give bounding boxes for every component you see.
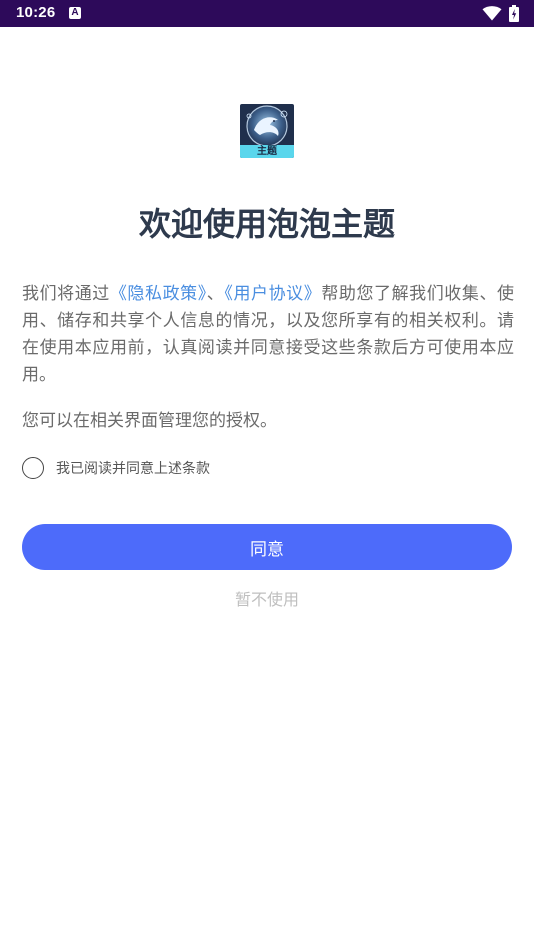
user-agreement-link[interactable]: 《用户协议》 [224, 284, 321, 304]
status-time: 10:26 [16, 4, 56, 21]
battery-icon [509, 5, 519, 22]
consent-checkbox[interactable] [22, 456, 44, 479]
app-screen: 10:26 A 主题 欢迎使用泡泡主题 我们将通过《隐私政策》、《用户协议》帮助… [0, 0, 534, 950]
notification-icon: A [69, 7, 81, 19]
decline-button[interactable]: 暂不使用 [0, 587, 534, 613]
manage-authorization-text: 您可以在相关界面管理您的授权。 [22, 411, 277, 431]
wifi-icon [482, 6, 502, 21]
policy-description: 我们将通过《隐私政策》、《用户协议》帮助您了解我们收集、使用、储存和共享个人信息… [22, 281, 514, 389]
consent-checkbox-label[interactable]: 我已阅读并同意上述条款 [56, 458, 210, 478]
logo-label: 主题 [257, 146, 277, 157]
privacy-policy-link[interactable]: 《隐私政策》 [110, 284, 207, 304]
page-title: 欢迎使用泡泡主题 [138, 205, 395, 243]
status-bar: 10:26 A [0, 0, 534, 27]
consent-checkbox-row[interactable]: 我已阅读并同意上述条款 [22, 455, 210, 480]
agree-button[interactable]: 同意 [22, 524, 512, 570]
notification-glyph: A [71, 7, 79, 18]
policy-text-intro: 我们将通过 [22, 284, 110, 304]
link-separator: 、 [206, 284, 225, 304]
app-logo-icon: 主题 [240, 104, 294, 158]
